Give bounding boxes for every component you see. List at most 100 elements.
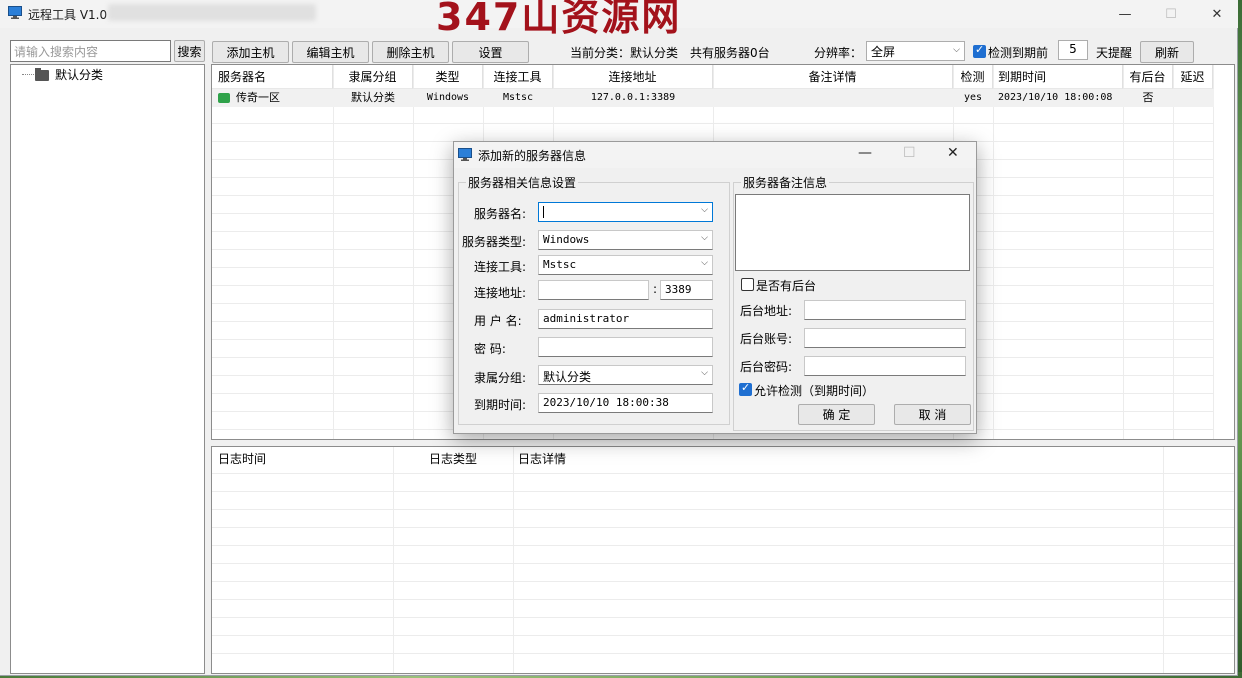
column-header[interactable]: 检测 (953, 65, 993, 89)
grid-line (212, 653, 1234, 654)
grid-line (212, 473, 1234, 474)
days-input[interactable]: 5 (1058, 40, 1088, 60)
cell-expiry: 2023/10/10 18:00:08 (998, 92, 1113, 103)
backend-password-input[interactable] (804, 356, 966, 376)
search-input[interactable]: 请输入搜索内容 (10, 40, 171, 62)
cell-check: yes (963, 92, 983, 103)
close-button[interactable]: ✕ (1194, 2, 1240, 26)
note-textarea[interactable] (735, 194, 970, 271)
group-title: 服务器备注信息 (741, 174, 830, 191)
backend-account-input[interactable] (804, 328, 966, 348)
column-header[interactable]: 连接工具 (483, 65, 553, 89)
grid-line (1123, 65, 1124, 439)
grid-line (212, 581, 1234, 582)
dialog-title-bar[interactable]: 添加新的服务器信息 — ☐ ✕ (454, 142, 976, 168)
connection-tool-select[interactable]: Mstsc ⌵ (538, 255, 713, 275)
grid-line (333, 65, 334, 439)
dialog-minimize-button[interactable]: — (858, 145, 872, 161)
group-select[interactable]: 默认分类 ⌵ (538, 365, 713, 385)
grid-line (413, 65, 414, 439)
search-button[interactable]: 搜索 (174, 40, 205, 62)
server-name-label: 服务器名: (474, 207, 527, 221)
ok-button[interactable]: 确 定 (798, 404, 875, 425)
password-input[interactable] (538, 337, 713, 357)
cell-latency (1173, 89, 1213, 107)
dialog-close-button[interactable]: ✕ (947, 145, 959, 161)
grid-line (212, 599, 1234, 600)
column-header[interactable]: 延迟 (1173, 65, 1213, 89)
chevron-down-icon: ⌵ (701, 233, 708, 243)
minimize-icon: — (1118, 6, 1132, 22)
column-header[interactable]: 服务器名 (212, 65, 333, 89)
cancel-button[interactable]: 取 消 (894, 404, 971, 425)
column-header[interactable]: 有后台 (1123, 65, 1173, 89)
resolution-select[interactable]: 全屏 ⌵ (866, 41, 965, 61)
expiry-datetime-input[interactable]: 2023/10/10 18:00:38 (538, 393, 713, 413)
grid-line (1173, 65, 1174, 439)
allow-check-checkbox[interactable] (739, 381, 752, 396)
column-header[interactable]: 类型 (413, 65, 483, 89)
grid-line (393, 447, 394, 673)
column-header[interactable]: 隶属分组 (333, 65, 413, 89)
log-column-header[interactable]: 日志类型 (393, 447, 513, 471)
grid-line (993, 65, 994, 439)
monitor-icon (8, 6, 22, 19)
column-header[interactable]: 连接地址 (553, 65, 713, 89)
password-label: 密 码: (474, 342, 506, 356)
category-tree[interactable]: 默认分类 (10, 64, 205, 674)
group-label: 隶属分组: (474, 371, 527, 385)
expiry-label: 到期时间: (474, 398, 527, 412)
edit-host-button[interactable]: 编辑主机 (292, 41, 369, 63)
grid-line (212, 491, 1234, 492)
minimize-icon: — (858, 145, 872, 161)
resolution-value: 全屏 (871, 45, 896, 59)
folder-icon (35, 68, 49, 81)
server-online-icon (218, 93, 230, 103)
username-input[interactable]: administrator (538, 309, 713, 329)
cell-backend: 否 (1142, 91, 1154, 104)
server-name-input[interactable]: ⌵ (538, 202, 713, 222)
backend-password-label: 后台密码: (740, 360, 793, 374)
delete-host-button[interactable]: 删除主机 (372, 41, 449, 63)
tree-node-label: 默认分类 (55, 68, 104, 82)
column-header[interactable]: 备注详情 (713, 65, 953, 89)
check-expiry-checkbox[interactable] (973, 43, 986, 58)
backend-account-label: 后台账号: (740, 332, 793, 346)
text-cursor (543, 206, 544, 218)
log-table[interactable]: 日志时间 日志类型 日志详情 (211, 446, 1235, 674)
cell-address: 127.0.0.1:3389 (590, 92, 676, 103)
title-bar[interactable]: 远程工具 V1.0 347山资源网 — ☐ ✕ (0, 0, 1240, 39)
dialog-title: 添加新的服务器信息 (478, 149, 587, 163)
column-header[interactable]: 到期时间 (993, 65, 1123, 89)
server-type-select[interactable]: Windows ⌵ (538, 230, 713, 250)
server-count-text: 共有服务器0台 (690, 46, 770, 60)
tree-node-default[interactable]: 默认分类 (11, 65, 201, 83)
minimize-button[interactable]: — (1102, 2, 1148, 26)
refresh-button[interactable]: 刷新 (1140, 41, 1194, 63)
dialog-maximize-button[interactable]: ☐ (903, 145, 916, 161)
cell-tool: Mstsc (502, 92, 534, 103)
table-header: 服务器名 隶属分组 类型 连接工具 连接地址 备注详情 检测 到期时间 有后台 … (212, 65, 1234, 89)
blurred-title-region (108, 4, 316, 21)
address-input[interactable] (538, 280, 649, 300)
window-title: 远程工具 V1.0 (28, 8, 108, 22)
table-row[interactable]: 传奇一区 默认分类 Windows Mstsc 127.0.0.1:3389 y… (212, 89, 1214, 107)
backend-url-input[interactable] (804, 300, 966, 320)
grid-line (212, 527, 1234, 528)
maximize-button[interactable]: ☐ (1148, 2, 1194, 26)
chevron-down-icon[interactable]: ⌵ (701, 205, 708, 215)
resolution-label: 分辨率： (814, 46, 863, 60)
cell-group: 默认分类 (351, 91, 395, 104)
port-input[interactable]: 3389 (660, 280, 713, 300)
check-expiry-label: 检测到期前 (988, 46, 1049, 60)
log-column-header[interactable]: 日志时间 (212, 447, 393, 471)
add-host-button[interactable]: 添加主机 (212, 41, 289, 63)
settings-button[interactable]: 设置 (452, 41, 529, 63)
has-backend-checkbox[interactable] (741, 278, 754, 291)
current-category-text: 当前分类：默认分类 (570, 46, 679, 60)
maximize-icon: ☐ (1165, 6, 1177, 22)
grid-line (1213, 65, 1214, 439)
log-column-header[interactable]: 日志详情 (513, 447, 713, 471)
add-server-dialog[interactable]: 添加新的服务器信息 — ☐ ✕ 服务器相关信息设置 服务器名: ⌵ 服务器类型:… (453, 141, 977, 434)
grid-line (212, 563, 1234, 564)
